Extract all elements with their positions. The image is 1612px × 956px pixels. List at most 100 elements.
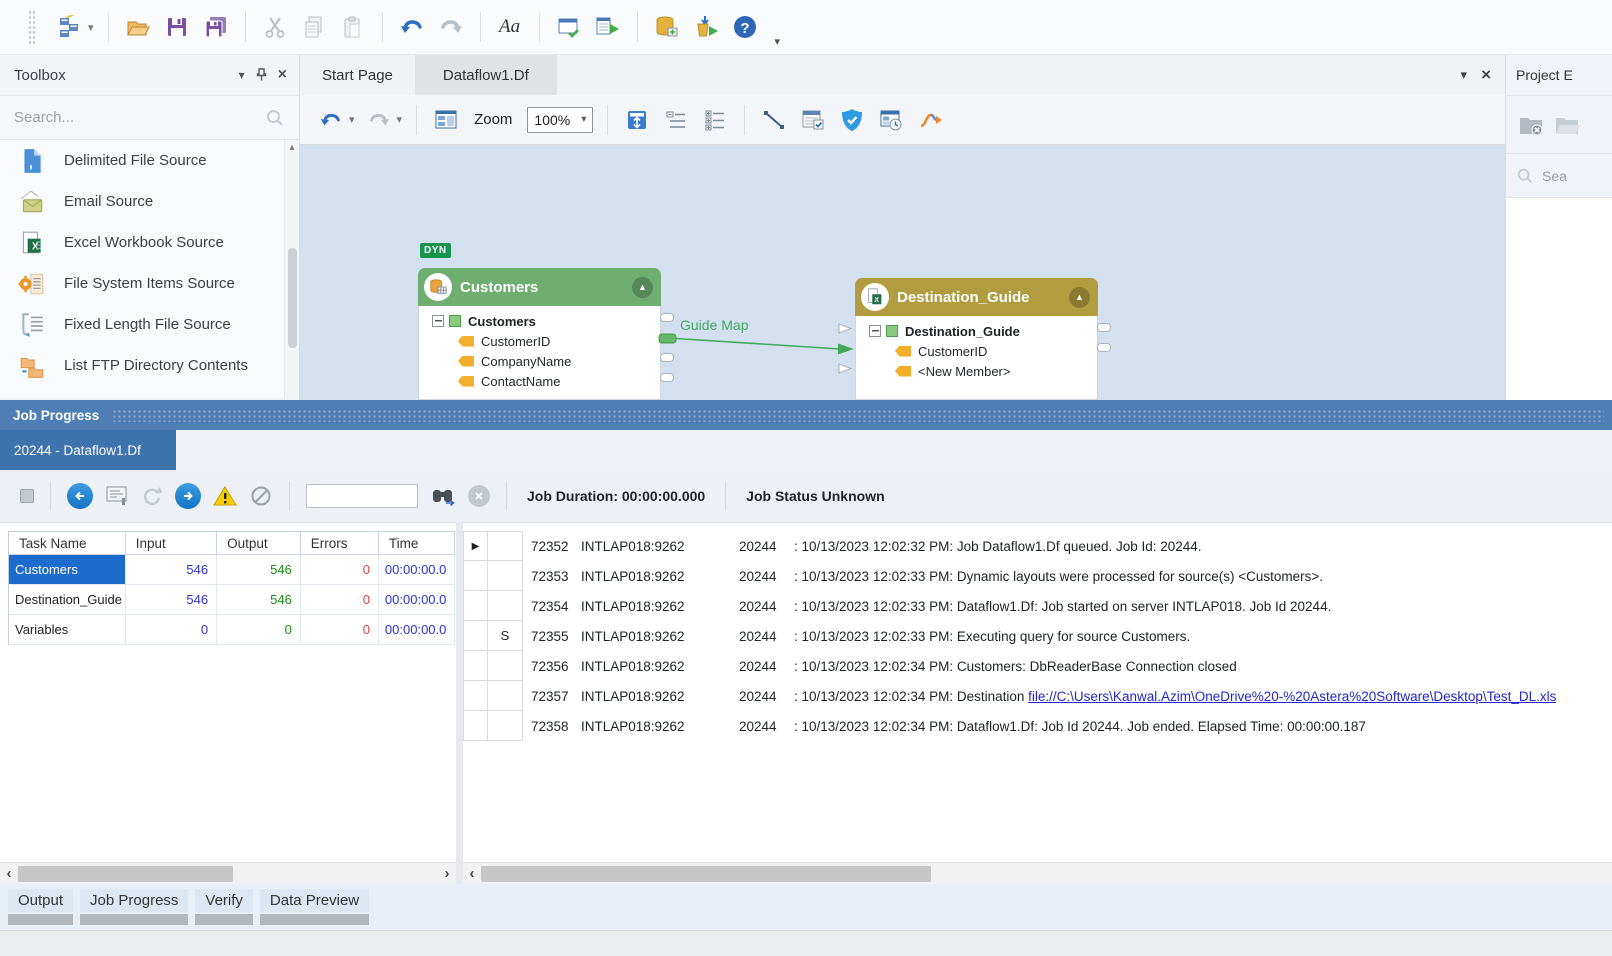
save-all-button[interactable] [201,12,231,42]
collapse-tree-button[interactable] [661,105,691,135]
help-button[interactable]: ? [730,12,760,42]
output-port[interactable] [660,313,674,322]
toolbox-item-list-ftp-directory-contents[interactable]: List FTP Directory Contents [0,345,299,386]
toolbox-item-fixed-length-file-source[interactable]: Fixed Length File Source [0,304,299,345]
project-search-input[interactable]: Sea [1506,153,1612,198]
scrollbar-thumb[interactable] [18,866,233,882]
redo-button[interactable] [436,12,466,42]
toolbox-close-icon[interactable]: × [278,66,287,84]
tree-expander-icon[interactable] [432,315,444,327]
job-tab[interactable]: 20244 - Dataflow1.Df [0,430,176,470]
previous-error-button[interactable] [67,483,93,509]
close-project-icon[interactable] [1518,113,1544,137]
log-panel-hscrollbar[interactable]: ‹ [463,862,1612,884]
job-progress-titlebar[interactable]: Job Progress [0,400,1612,430]
save-button[interactable] [162,12,192,42]
link-label[interactable]: Guide Map [680,317,748,333]
toolbox-search-input[interactable]: Search... [0,95,299,140]
tab-output[interactable]: Output [8,889,73,925]
zoom-select[interactable]: 100% ▾ [527,107,593,133]
find-button[interactable] [430,484,456,508]
toolbox-item-excel-workbook-source[interactable]: X Excel Workbook Source [0,222,299,263]
canvas-undo-button[interactable] [316,105,346,135]
node-field[interactable]: CustomerID [856,341,1097,361]
tab-dataflow1[interactable]: Dataflow1.Df [415,55,557,95]
output-port[interactable] [1097,343,1111,352]
redo-dropdown-caret[interactable]: ▾ [397,113,403,126]
next-error-button[interactable] [175,483,201,509]
tab-verify[interactable]: Verify [195,889,253,925]
toolbox-item-file-system-items-source[interactable]: File System Items Source [0,263,299,304]
toolbox-item-email-source[interactable]: Email Source [0,181,299,222]
tree-expander-icon[interactable] [869,325,881,337]
undo-dropdown-caret[interactable]: ▾ [349,113,355,126]
toolbox-item-delimited-file-source[interactable]: , Delimited File Source [0,140,299,181]
font-button[interactable]: Aa [495,12,525,42]
log-row[interactable]: 72357 INTLAP018:9262 20244 : 10/13/2023 … [463,681,1612,711]
project-tree[interactable] [1506,198,1612,400]
output-port[interactable] [660,373,674,382]
tab-job-progress[interactable]: Job Progress [80,889,188,925]
scroll-right-arrow[interactable]: › [438,864,456,884]
toolbox-scrollbar[interactable]: ▴ [284,140,299,398]
node-customers[interactable]: Customers ▲ Customers CustomerID Company… [418,268,661,400]
log-filter-input[interactable] [306,484,418,508]
column-header-errors[interactable]: Errors [301,532,379,555]
canvas-redo-button[interactable] [364,105,394,135]
column-header-time[interactable]: Time [379,532,455,555]
layout-options-button[interactable] [431,105,461,135]
destination-file-link[interactable]: file://C:\Users\Kanwal.Azim\OneDrive%20-… [1028,689,1556,704]
node-collapse-button[interactable]: ▲ [632,277,653,298]
refresh-button[interactable] [141,485,163,507]
clear-filter-button[interactable]: ✕ [468,485,490,507]
show-details-button[interactable] [105,485,129,507]
log-row[interactable]: 72353 INTLAP018:9262 20244 : 10/13/2023 … [463,561,1612,591]
protect-button[interactable] [837,105,867,135]
suppress-messages-button[interactable] [249,484,273,508]
tab-start-page[interactable]: Start Page [300,55,415,95]
database-load-button[interactable] [652,12,682,42]
log-row[interactable]: S 72355 INTLAP018:9262 20244 : 10/13/202… [463,621,1612,651]
auto-layout-button[interactable] [915,105,945,135]
input-port[interactable] [838,363,853,374]
toolbar-drag-handle[interactable] [28,10,36,44]
paste-button[interactable] [338,12,368,42]
verify-window-button[interactable] [554,12,584,42]
toolbar-overflow-button[interactable]: ▾ [775,33,781,46]
job-monitor-button[interactable] [876,105,906,135]
task-row-destination-guide[interactable]: Destination_Guide 546 546 0 00:00:00.0 [9,585,455,615]
node-field[interactable]: <New Member> [856,361,1097,381]
dataflow-canvas[interactable]: DYN Customers ▲ Customers CustomerID C [300,145,1505,400]
panel-splitter[interactable] [456,522,463,884]
open-project-icon[interactable] [1554,113,1580,137]
open-button[interactable] [123,12,153,42]
cut-button[interactable] [260,12,290,42]
scrollbar-thumb[interactable] [288,248,297,348]
node-tree-root[interactable]: Destination_Guide [856,321,1097,341]
toolbox-menu-chevron-icon[interactable]: ▾ [239,68,245,82]
scrollbar-up-arrow[interactable]: ▴ [285,140,299,156]
task-row-customers[interactable]: Customers 546 546 0 00:00:00.0 [9,555,455,585]
undo-button[interactable] [397,12,427,42]
node-field[interactable]: ContactName [419,371,660,391]
run-import-button[interactable] [691,12,721,42]
log-row[interactable]: 72358 INTLAP018:9262 20244 : 10/13/2023 … [463,711,1612,741]
scrollbar-thumb[interactable] [481,866,931,882]
node-customers-header[interactable]: Customers ▲ [418,268,661,306]
node-destination-header[interactable]: X Destination_Guide ▲ [855,278,1098,316]
node-field[interactable]: CustomerID [419,331,660,351]
log-row[interactable]: 72354 INTLAP018:9262 20244 : 10/13/2023 … [463,591,1612,621]
node-tree-root[interactable]: Customers [419,311,660,331]
scroll-left-arrow[interactable]: ‹ [463,864,481,884]
task-panel-hscrollbar[interactable]: ‹ › [0,862,456,884]
task-row-variables[interactable]: Variables 0 0 0 00:00:00.0 [9,615,455,645]
new-dropdown-caret[interactable]: ▾ [88,21,94,34]
scheduler-button[interactable] [798,105,828,135]
draw-link-button[interactable] [759,105,789,135]
node-destination-guide[interactable]: X Destination_Guide ▲ Destination_Guide … [855,278,1098,400]
column-header-task-name[interactable]: Task Name [9,532,126,555]
log-row[interactable]: ▶ 72352 INTLAP018:9262 20244 : 10/13/202… [463,531,1612,561]
expand-tree-button[interactable] [700,105,730,135]
log-row[interactable]: 72356 INTLAP018:9262 20244 : 10/13/2023 … [463,651,1612,681]
stop-job-button[interactable] [20,489,34,503]
